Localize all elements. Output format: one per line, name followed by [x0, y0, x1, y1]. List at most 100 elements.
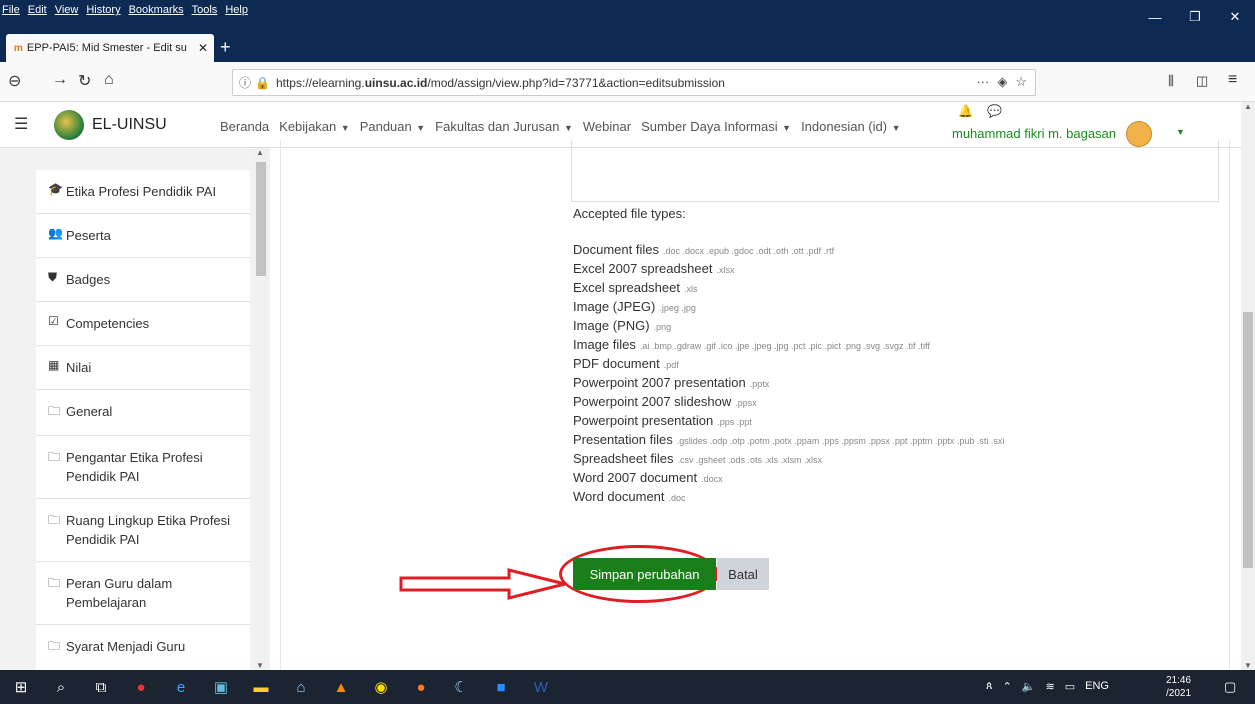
- page-actions-icon[interactable]: ···: [976, 74, 989, 90]
- word-icon[interactable]: W: [532, 677, 550, 697]
- back-icon[interactable]: ⊖: [8, 71, 21, 91]
- sidebar-item[interactable]: 🗀 Ruang Lingkup Etika Profesi Pendidik PA…: [36, 499, 250, 562]
- page-scroll-thumb[interactable]: [1243, 312, 1253, 568]
- menu-view[interactable]: View: [55, 4, 79, 16]
- user-menu-caret-icon[interactable]: ▼: [1176, 127, 1185, 137]
- page-scrollbar[interactable]: ▲ ▼: [1241, 102, 1255, 670]
- menu-bookmarks[interactable]: Bookmarks: [129, 4, 184, 16]
- file-explorer-icon[interactable]: ▬: [252, 677, 270, 697]
- sidebar-item[interactable]: ☑ Competencies: [36, 302, 250, 346]
- file-type-name: Document files: [573, 242, 659, 257]
- nav-item-label: Beranda: [220, 119, 270, 134]
- app-icon[interactable]: ☾: [452, 677, 470, 697]
- nav-item-label: Fakultas dan Jurusan: [435, 119, 560, 134]
- url-bar[interactable]: ⓘ 🔒 https://elearning. uinsu.ac.id /mod/…: [232, 69, 1036, 96]
- sidebar-item[interactable]: 🗀 General: [36, 390, 250, 436]
- file-type-row: Excel 2007 spreadsheet .xlsx: [573, 260, 1004, 279]
- sidebar-item[interactable]: 🗀 Pengantar Etika Profesi Pendidik PAI: [36, 436, 250, 499]
- file-type-name: Word 2007 document: [573, 470, 698, 485]
- file-type-name: Spreadsheet files: [573, 451, 674, 466]
- file-type-name: Image files: [573, 337, 636, 352]
- sidebar-item[interactable]: 🗀 Syarat Menjadi Guru: [36, 625, 250, 670]
- file-type-row: Spreadsheet files .csv .gsheet .ods .ots …: [573, 450, 1004, 469]
- app-icon[interactable]: ●: [132, 677, 150, 697]
- firefox-icon[interactable]: ●: [412, 677, 430, 697]
- menu-history[interactable]: History: [86, 4, 120, 16]
- drawer-toggle-icon[interactable]: ☰: [14, 114, 28, 134]
- library-icon[interactable]: ⫼: [1168, 73, 1174, 89]
- close-tab-icon[interactable]: ✕: [198, 41, 208, 55]
- folder-icon: 🗀: [48, 639, 61, 653]
- lock-icon: 🔒: [255, 75, 270, 90]
- nav-item[interactable]: Fakultas dan Jurusan ▼: [435, 119, 573, 134]
- sidebar-item[interactable]: 🎓 Etika Profesi Pendidik PAI: [36, 170, 250, 214]
- nav-item[interactable]: Beranda: [220, 119, 269, 134]
- sidebar-scrollbar[interactable]: ▲ ▼: [254, 148, 268, 670]
- minimize-icon[interactable]: —: [1135, 0, 1175, 34]
- checkbox-icon: ☑: [48, 314, 59, 328]
- moodle-favicon-icon: m: [14, 42, 23, 54]
- scroll-up-icon[interactable]: ▲: [1244, 102, 1252, 111]
- messages-icon[interactable]: 💬: [987, 104, 1002, 118]
- windows-start-icon[interactable]: ⊞: [12, 677, 30, 697]
- menu-tools[interactable]: Tools: [192, 4, 218, 16]
- sidebar-item-label: Badges: [66, 272, 111, 287]
- network-icon[interactable]: ⌂: [292, 677, 310, 697]
- tray-expand-icon[interactable]: ⌃: [1003, 680, 1012, 693]
- nav-item[interactable]: Webinar: [583, 119, 631, 134]
- close-window-icon[interactable]: ✕: [1215, 0, 1255, 34]
- file-type-row: Image (JPEG) .jpeg .jpg: [573, 298, 1004, 317]
- sidebar-item[interactable]: ⛊ Badges: [36, 258, 250, 302]
- sidebar-item[interactable]: 🗀 Peran Guru dalam Pembelajaran: [36, 562, 250, 625]
- sidebar-scroll-thumb[interactable]: [256, 162, 266, 276]
- new-tab-icon[interactable]: +: [220, 37, 231, 58]
- nav-item[interactable]: Panduan ▼: [360, 119, 425, 134]
- site-brand[interactable]: EL-UINSU: [92, 116, 167, 134]
- browser-tab[interactable]: m EPP-PAI5: Mid Smester - Edit su ✕: [6, 34, 214, 62]
- language-indicator[interactable]: ENG: [1085, 680, 1109, 693]
- nav-item[interactable]: Sumber Daya Informasi ▼: [641, 119, 791, 134]
- notification-bell-icon[interactable]: 🔔: [958, 104, 973, 118]
- bookmark-star-icon[interactable]: ☆: [1015, 74, 1027, 90]
- task-view-icon[interactable]: ⧉: [92, 677, 110, 697]
- battery-icon[interactable]: ▭: [1065, 680, 1075, 693]
- clock-date: /2021: [1166, 688, 1192, 699]
- menu-edit[interactable]: Edit: [28, 4, 47, 16]
- user-name[interactable]: muhammad fikri m. bagasan: [952, 126, 1116, 141]
- reload-icon[interactable]: ↻: [78, 71, 91, 91]
- sidebar-toggle-icon[interactable]: ◫: [1196, 73, 1208, 89]
- forward-icon[interactable]: →: [52, 71, 68, 89]
- sidebar-item[interactable]: ▦ Nilai: [36, 346, 250, 390]
- wifi-icon[interactable]: ≋: [1045, 680, 1054, 693]
- home-icon[interactable]: ⌂: [104, 71, 114, 89]
- save-changes-button[interactable]: Simpan perubahan: [573, 558, 716, 590]
- clock[interactable]: 21:46 /2021: [1166, 674, 1191, 700]
- nav-item[interactable]: Kebijakan ▼: [279, 119, 350, 134]
- scroll-up-icon[interactable]: ▲: [256, 148, 264, 157]
- sidebar-item[interactable]: 👥 Peserta: [36, 214, 250, 258]
- menu-help[interactable]: Help: [225, 4, 248, 16]
- scroll-down-icon[interactable]: ▼: [256, 661, 264, 670]
- online-text-editor[interactable]: [571, 140, 1219, 202]
- info-icon[interactable]: ⓘ: [239, 74, 251, 91]
- volume-icon[interactable]: 🔈: [1022, 680, 1036, 693]
- nav-item[interactable]: Indonesian (id) ▼: [801, 119, 900, 134]
- pocket-icon[interactable]: ◈: [997, 74, 1007, 90]
- file-type-extensions: .ai .bmp .gdraw .gif .ico .jpe .jpeg .jp…: [639, 341, 930, 351]
- open-menu-icon[interactable]: ≡: [1228, 71, 1237, 89]
- vlc-icon[interactable]: ▲: [332, 677, 350, 697]
- app-icon[interactable]: ◉: [372, 677, 390, 697]
- control-panel-icon[interactable]: ▣: [212, 677, 230, 697]
- menu-file[interactable]: File: [2, 4, 20, 16]
- zoom-icon[interactable]: ■: [492, 677, 510, 697]
- people-icon[interactable]: ጰ: [986, 680, 993, 693]
- search-icon[interactable]: ⌕: [52, 677, 70, 697]
- action-center-icon[interactable]: ▢: [1224, 679, 1236, 695]
- shield-icon: ⛊: [48, 270, 58, 284]
- file-type-extensions: .jpeg .jpg: [659, 303, 696, 313]
- edge-icon[interactable]: e: [172, 677, 190, 697]
- scroll-down-icon[interactable]: ▼: [1244, 661, 1252, 670]
- site-logo[interactable]: [54, 110, 84, 140]
- restore-icon[interactable]: ❐: [1175, 0, 1215, 34]
- cancel-button[interactable]: Batal: [717, 558, 769, 590]
